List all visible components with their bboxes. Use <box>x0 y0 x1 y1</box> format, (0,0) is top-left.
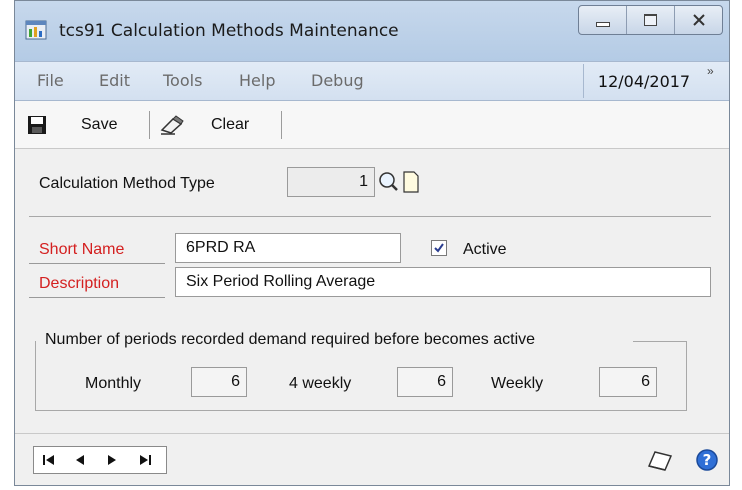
clear-label: Clear <box>211 116 250 133</box>
label-underline <box>29 297 165 298</box>
save-button[interactable]: Save <box>21 101 131 149</box>
short-name-field[interactable]: 6PRD RA <box>175 233 401 263</box>
active-checkbox[interactable] <box>431 240 447 256</box>
next-record-icon[interactable] <box>106 454 118 466</box>
last-record-icon[interactable] <box>138 454 152 466</box>
active-label: Active <box>463 241 507 258</box>
previous-record-icon[interactable] <box>74 454 86 466</box>
four-weekly-label: 4 weekly <box>289 375 352 392</box>
first-record-icon[interactable] <box>42 454 56 466</box>
help-icon[interactable]: ? <box>695 448 719 472</box>
magnifier-icon <box>379 172 398 191</box>
calculation-method-type-field[interactable]: 1 <box>287 167 375 197</box>
menu-edit[interactable]: Edit <box>99 71 130 90</box>
group-top-border <box>633 341 687 342</box>
short-name-label: Short Name <box>39 241 125 258</box>
toolbar: Save Clear <box>15 101 729 149</box>
menu-tools[interactable]: Tools <box>163 71 202 90</box>
menu-bar: File Edit Tools Help Debug 12/04/2017 » <box>15 61 729 101</box>
section-divider <box>29 216 711 217</box>
new-document-icon <box>403 171 419 193</box>
label-underline <box>29 263 165 264</box>
new-note-button[interactable] <box>401 168 421 196</box>
user-date[interactable]: 12/04/2017 <box>583 64 704 98</box>
monthly-label: Monthly <box>85 375 142 392</box>
eraser-icon <box>160 115 184 135</box>
close-icon <box>692 14 705 26</box>
calculation-methods-window: tcs91 Calculation Methods Maintenance Fi… <box>14 0 730 486</box>
chevron-right-icon[interactable]: » <box>707 64 714 78</box>
checkmark-icon <box>434 243 444 253</box>
note-icon[interactable] <box>645 448 675 472</box>
app-window-icon <box>25 20 47 40</box>
minimize-icon <box>595 21 610 27</box>
browse-bar: ? <box>15 433 729 485</box>
maximize-icon <box>644 14 657 26</box>
description-label: Description <box>39 275 120 292</box>
periods-group-legend: Number of periods recorded demand requir… <box>43 331 538 349</box>
lookup-button[interactable] <box>377 168 399 196</box>
menu-file[interactable]: File <box>37 71 64 90</box>
description-field[interactable]: Six Period Rolling Average <box>175 267 711 297</box>
menu-debug[interactable]: Debug <box>311 71 364 90</box>
four-weekly-field[interactable]: 6 <box>397 367 453 397</box>
window-controls <box>578 5 723 35</box>
toolbar-divider <box>149 111 150 139</box>
save-icon <box>28 116 46 134</box>
maximize-button[interactable] <box>627 6 675 34</box>
svg-text:?: ? <box>703 451 712 469</box>
weekly-field[interactable]: 6 <box>599 367 657 397</box>
save-label: Save <box>81 116 118 133</box>
monthly-field[interactable]: 6 <box>191 367 247 397</box>
title-bar: tcs91 Calculation Methods Maintenance <box>15 1 729 61</box>
toolbar-divider <box>281 111 282 139</box>
calculation-method-type-label: Calculation Method Type <box>39 175 215 192</box>
weekly-label: Weekly <box>491 375 544 392</box>
record-navigator <box>33 446 167 474</box>
clear-button[interactable]: Clear <box>155 101 275 149</box>
menu-help[interactable]: Help <box>239 71 275 90</box>
close-button[interactable] <box>675 6 722 34</box>
minimize-button[interactable] <box>579 6 627 34</box>
window-title: tcs91 Calculation Methods Maintenance <box>59 21 399 41</box>
